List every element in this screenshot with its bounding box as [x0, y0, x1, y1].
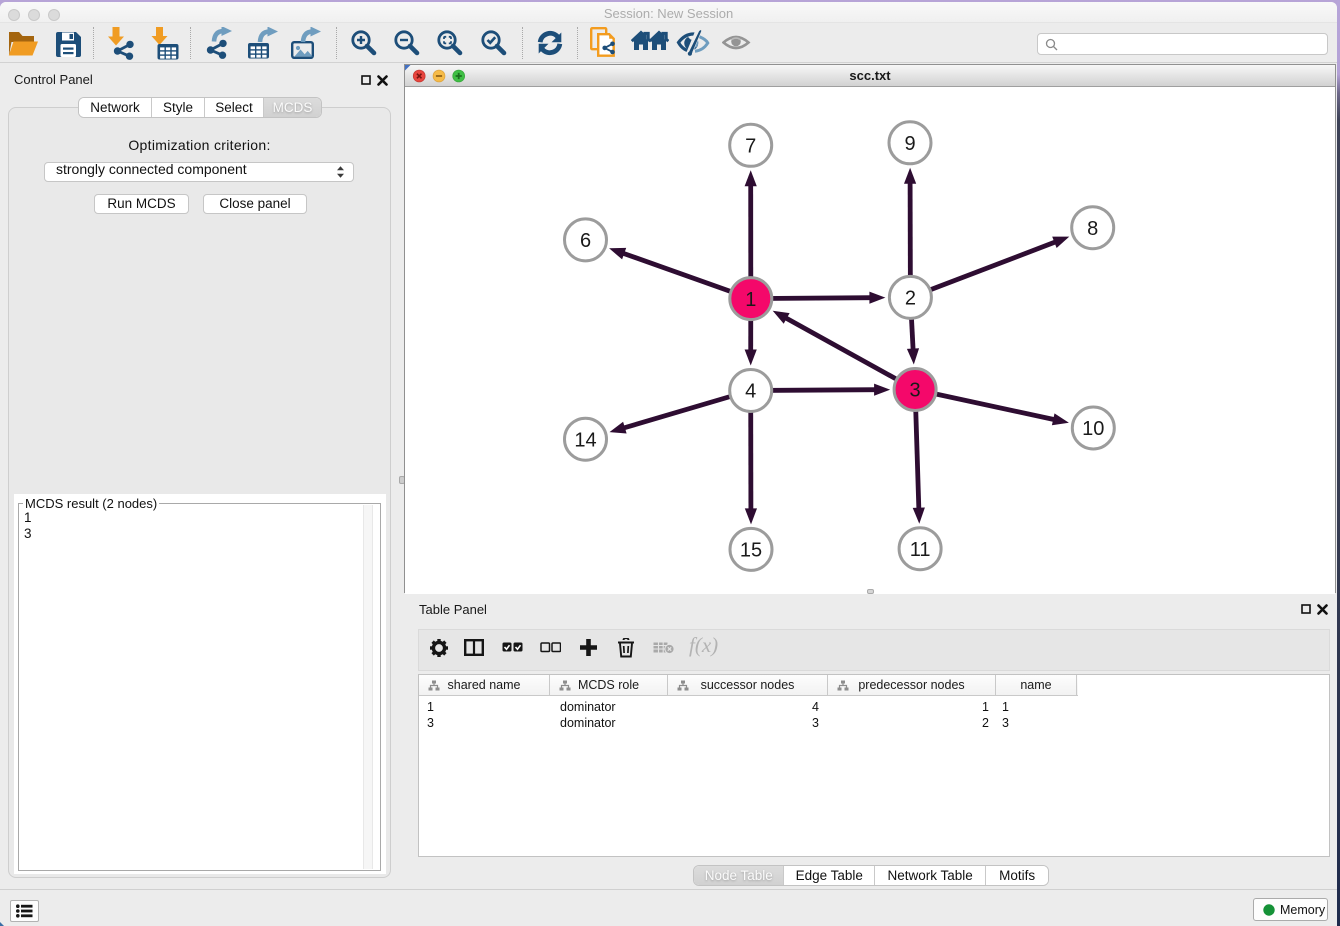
svg-text:11: 11 [910, 539, 931, 561]
svg-text:6: 6 [580, 230, 591, 252]
svg-text:3: 3 [910, 380, 921, 402]
svg-text:4: 4 [745, 381, 756, 403]
svg-text:14: 14 [574, 429, 596, 451]
svg-text:9: 9 [904, 133, 915, 155]
svg-text:10: 10 [1082, 418, 1104, 440]
svg-text:7: 7 [745, 136, 756, 158]
svg-text:2: 2 [905, 288, 916, 310]
svg-text:8: 8 [1087, 218, 1098, 240]
svg-text:15: 15 [740, 540, 762, 562]
svg-text:1: 1 [745, 289, 756, 311]
